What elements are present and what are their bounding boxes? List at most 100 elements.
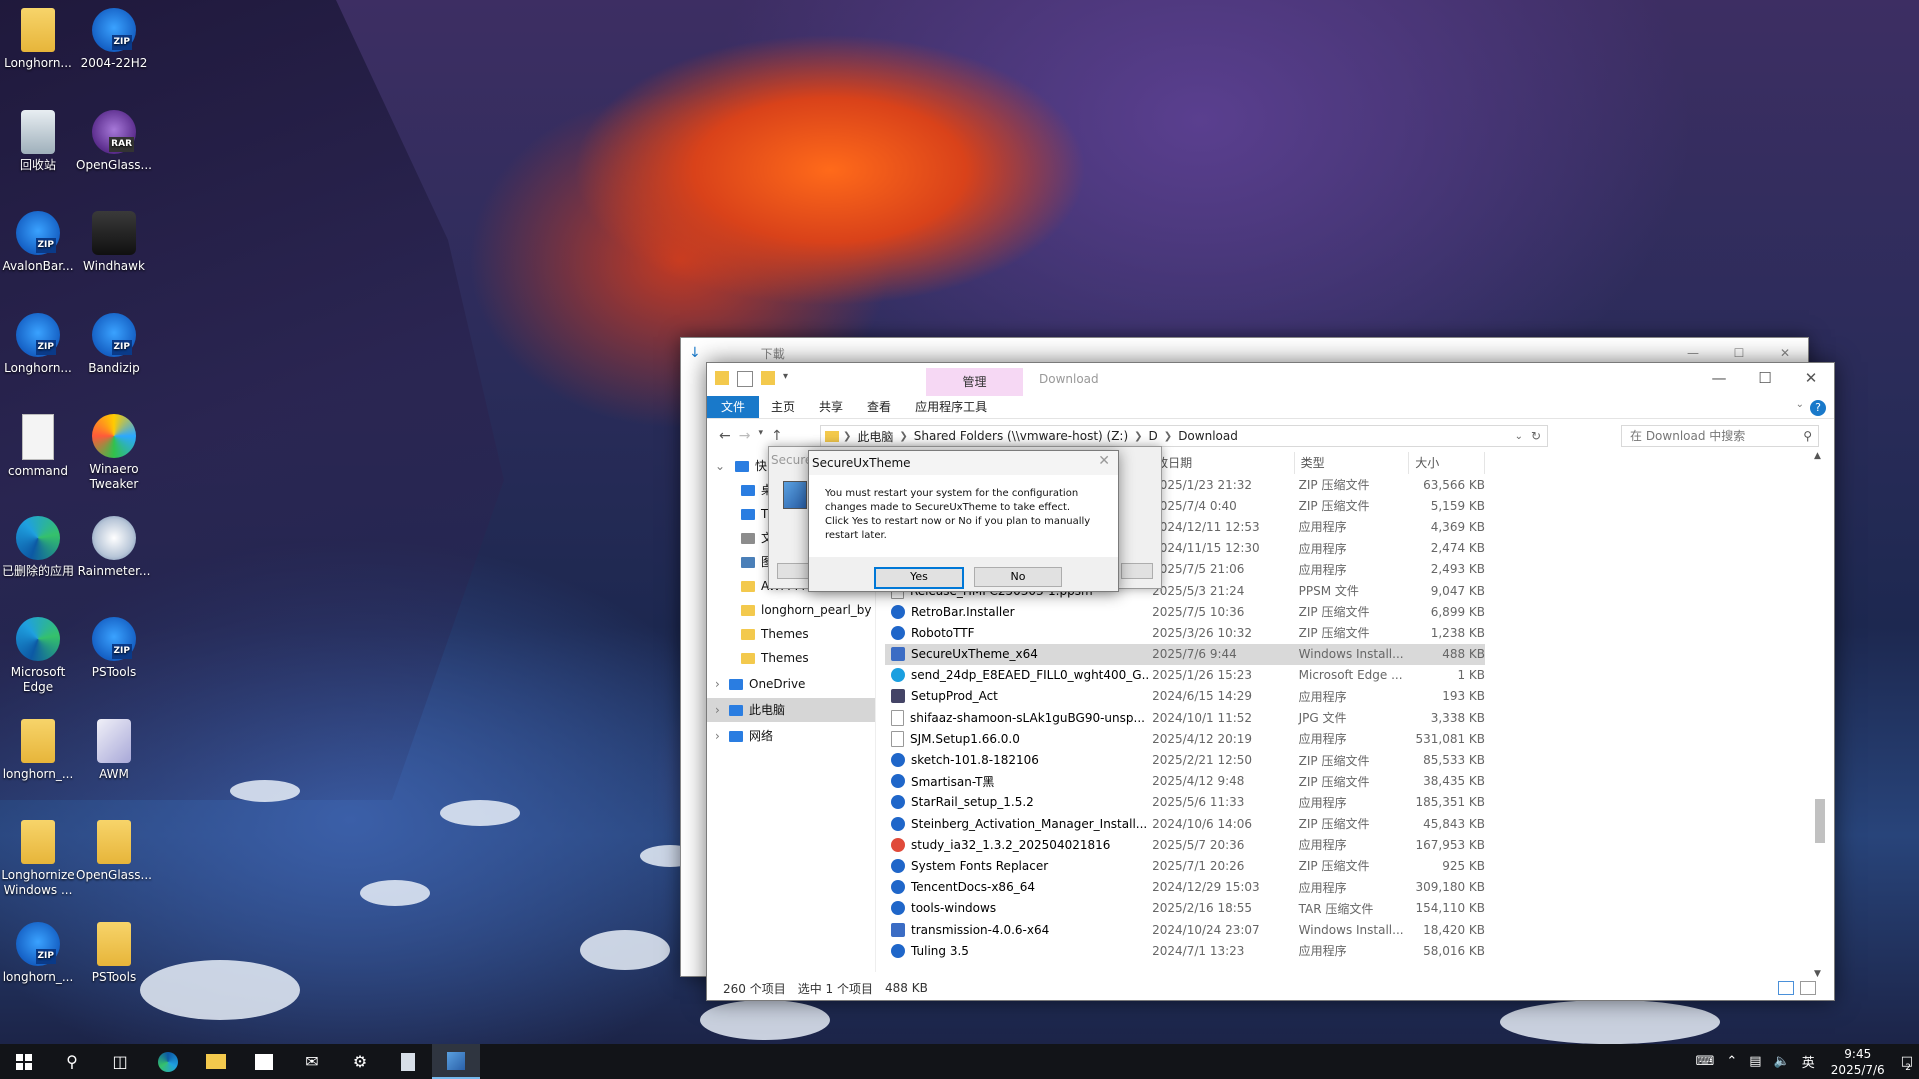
breadcrumb-shared-folders[interactable]: Shared Folders (\\vmware-host) (Z:) <box>908 429 1134 443</box>
context-tab-manage[interactable]: 管理 <box>926 368 1023 396</box>
desktop-icon[interactable]: Rainmeter... <box>76 515 152 579</box>
breadcrumb-this-pc[interactable]: 此电脑 <box>851 428 899 445</box>
desktop-icon[interactable]: Longhornize Windows ... <box>0 820 76 898</box>
breadcrumb-separator-icon[interactable]: ❯ <box>1164 431 1172 442</box>
vertical-scrollbar[interactable]: ▲ ▼ <box>1812 451 1826 979</box>
nav-item-folder[interactable]: Themes <box>707 646 875 670</box>
nav-item-pc[interactable]: › 此电脑 <box>707 698 875 722</box>
nav-item-folder[interactable]: longhorn_pearl_by <box>707 598 875 622</box>
desktop-icon[interactable]: Microsoft Edge <box>0 617 76 695</box>
refresh-icon[interactable]: ↻ <box>1531 429 1541 443</box>
recent-locations-icon[interactable]: ▾ <box>758 428 763 444</box>
yes-button[interactable]: Yes <box>874 567 964 589</box>
expand-ribbon-icon[interactable]: ⌄ <box>1796 399 1804 410</box>
column-date[interactable]: 改日期 <box>1150 452 1295 474</box>
dialog-button[interactable] <box>1121 563 1153 579</box>
desktop-icon[interactable]: PSTools <box>76 921 152 985</box>
chevron-right-icon[interactable]: › <box>715 724 720 748</box>
file-row[interactable]: TencentDocs-x86_64 2024/12/29 15:03 应用程序 30… <box>885 877 1485 898</box>
file-row[interactable]: SetupProd_Act 2024/6/15 14:29 应用程序 193 KB <box>885 686 1485 707</box>
file-row[interactable]: study_ia32_1.3.2_202504021816 2025/5/7 20… <box>885 834 1485 855</box>
file-row[interactable]: SecureUxTheme_x64 2025/7/6 9:44 Windows In… <box>885 643 1485 665</box>
desktop-icon[interactable]: 2004-22H2 <box>76 8 152 71</box>
chevron-down-icon[interactable]: ⌄ <box>715 454 725 478</box>
tab-file[interactable]: 文件 <box>707 396 760 418</box>
file-row[interactable]: StarRail_setup_1.5.2 2025/5/6 11:33 应用程序 18… <box>885 792 1485 813</box>
file-row[interactable]: RetroBar.Installer 2025/7/5 10:36 ZIP 压缩文件… <box>885 601 1485 622</box>
file-row[interactable]: Tuling 3.5 2024/7/1 13:23 应用程序 58,016 KB <box>885 940 1485 961</box>
nav-item-folder[interactable]: Themes <box>707 622 875 646</box>
desktop-icon[interactable]: command <box>0 414 76 479</box>
tab-share[interactable]: 共享 <box>807 396 855 418</box>
file-row[interactable]: SJM.Setup1.66.0.0 2025/4/12 20:19 应用程序 531,… <box>885 728 1485 749</box>
properties-icon[interactable] <box>737 371 753 387</box>
desktop-icon[interactable]: longhorn_... <box>0 718 76 782</box>
desktop-icon[interactable]: Longhorn... <box>0 8 76 71</box>
keyboard-icon[interactable]: ⌨ <box>1690 1054 1721 1069</box>
secureuxtheme-taskbar-icon[interactable] <box>432 1044 480 1079</box>
nav-item-cloud[interactable]: › OneDrive <box>707 672 875 696</box>
forward-icon[interactable]: → <box>739 428 751 444</box>
desktop-icon[interactable]: 已删除的应用 <box>0 515 76 579</box>
desktop-icon[interactable]: AvalonBar... <box>0 211 76 274</box>
desktop-icon[interactable]: longhorn_... <box>0 921 76 985</box>
new-folder-icon[interactable] <box>761 371 775 385</box>
file-row[interactable]: shifaaz-shamoon-sLAk1guBG90-unsp... 2024/… <box>885 707 1485 728</box>
search-input[interactable]: 在 Download 中搜索 ⚲ <box>1621 425 1819 447</box>
desktop-icon[interactable]: 回收站 <box>0 109 76 173</box>
nav-item-net[interactable]: › 网络 <box>707 724 875 748</box>
up-icon[interactable]: ↑ <box>771 428 783 444</box>
breadcrumb-separator-icon[interactable]: ❯ <box>843 431 851 442</box>
no-button[interactable]: No <box>974 567 1062 587</box>
clock[interactable]: 9:45 2025/7/6 <box>1821 1046 1895 1078</box>
file-row[interactable]: tools-windows 2025/2/16 18:55 TAR 压缩文件 154,… <box>885 898 1485 919</box>
dialog-button[interactable] <box>777 563 809 579</box>
notification-center-icon[interactable]: □ 2 <box>1895 1054 1919 1073</box>
file-row[interactable]: System Fonts Replacer 2025/7/1 20:26 ZIP 压… <box>885 855 1485 876</box>
file-row[interactable]: RobotoTTF 2025/3/26 10:32 ZIP 压缩文件 1,238 KB <box>885 622 1485 643</box>
close-icon[interactable]: ✕ <box>1788 363 1834 393</box>
desktop-icon[interactable]: OpenGlass... <box>76 109 152 173</box>
chevron-down-icon[interactable]: ▾ <box>783 371 797 385</box>
notepad-taskbar-icon[interactable] <box>384 1044 432 1079</box>
start-button[interactable] <box>0 1044 48 1079</box>
breadcrumb-download[interactable]: Download <box>1172 429 1244 443</box>
desktop-icon[interactable]: Winaero Tweaker <box>76 414 152 492</box>
file-row[interactable]: Steinberg_Activation_Manager_Install... 2… <box>885 813 1485 834</box>
edge-taskbar-icon[interactable] <box>144 1044 192 1079</box>
restart-prompt-dialog[interactable]: SecureUxTheme ✕ You must restart your sy… <box>808 450 1119 592</box>
breadcrumb-separator-icon[interactable]: ❯ <box>1134 431 1142 442</box>
close-icon[interactable]: ✕ <box>1098 453 1110 469</box>
chevron-right-icon[interactable]: › <box>715 672 720 696</box>
desktop-icon[interactable]: Bandizip <box>76 312 152 376</box>
network-icon[interactable]: ▤ <box>1743 1054 1767 1069</box>
file-row[interactable]: transmission-4.0.6-x64 2024/10/24 23:07 Wi… <box>885 919 1485 940</box>
store-taskbar-icon[interactable] <box>240 1044 288 1079</box>
tab-home[interactable]: 主页 <box>759 396 807 418</box>
details-view-icon[interactable] <box>1778 981 1794 995</box>
column-type[interactable]: 类型 <box>1295 452 1410 474</box>
breadcrumb-d[interactable]: D <box>1143 429 1164 443</box>
tab-application-tools[interactable]: 应用程序工具 <box>903 396 999 418</box>
breadcrumb-separator-icon[interactable]: ❯ <box>899 431 907 442</box>
title-bar[interactable]: ▾ 管理 Download — ☐ ✕ <box>707 363 1834 396</box>
minimize-icon[interactable]: — <box>1696 363 1742 393</box>
back-icon[interactable]: ← <box>719 428 731 444</box>
desktop-icon[interactable]: AWM <box>76 718 152 782</box>
address-bar[interactable]: ❯ 此电脑 ❯ Shared Folders (\\vmware-host) (… <box>820 425 1548 447</box>
chevron-up-icon[interactable]: ⌃ <box>1720 1054 1743 1069</box>
settings-taskbar-icon[interactable]: ⚙ <box>336 1044 384 1079</box>
desktop-icon[interactable]: Longhorn... <box>0 312 76 376</box>
desktop-icon[interactable]: Windhawk <box>76 211 152 274</box>
ime-indicator[interactable]: 英 <box>1796 1052 1821 1071</box>
address-dropdown-icon[interactable]: ⌄ <box>1515 431 1523 442</box>
mail-taskbar-icon[interactable]: ✉ <box>288 1044 336 1079</box>
large-icons-view-icon[interactable] <box>1800 981 1816 995</box>
file-row[interactable]: sketch-101.8-182106 2025/2/21 12:50 ZIP 压缩… <box>885 749 1485 770</box>
desktop-icon[interactable]: PSTools <box>76 617 152 680</box>
file-explorer-taskbar-icon[interactable] <box>192 1044 240 1079</box>
task-view-icon[interactable]: ◫ <box>96 1044 144 1079</box>
search-icon[interactable]: ⚲ <box>1803 426 1812 446</box>
help-icon[interactable]: ? <box>1810 400 1826 416</box>
maximize-icon[interactable]: ☐ <box>1742 363 1788 393</box>
